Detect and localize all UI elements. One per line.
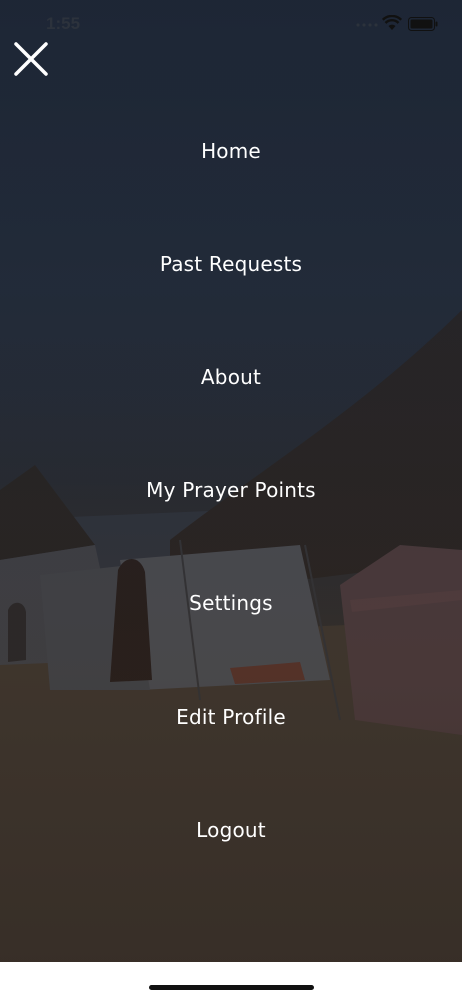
menu-item-home[interactable]: Home bbox=[0, 139, 462, 163]
menu-screen: 1:55 Home Past Requests About My Prayer bbox=[0, 0, 462, 962]
menu-item-logout[interactable]: Logout bbox=[0, 818, 462, 842]
menu-item-my-prayer-points[interactable]: My Prayer Points bbox=[0, 478, 462, 502]
menu-item-edit-profile[interactable]: Edit Profile bbox=[0, 705, 462, 729]
menu-item-past-requests[interactable]: Past Requests bbox=[0, 252, 462, 276]
home-indicator[interactable] bbox=[149, 985, 314, 990]
side-menu: Home Past Requests About My Prayer Point… bbox=[0, 0, 462, 962]
menu-item-settings[interactable]: Settings bbox=[0, 591, 462, 615]
menu-item-about[interactable]: About bbox=[0, 365, 462, 389]
home-indicator-area bbox=[0, 962, 462, 1000]
